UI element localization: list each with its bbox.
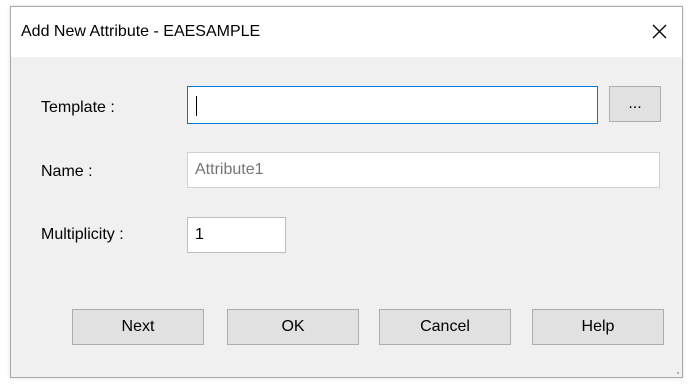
close-icon bbox=[652, 24, 667, 39]
name-input[interactable] bbox=[187, 152, 660, 188]
browse-template-button[interactable]: ... bbox=[609, 86, 661, 122]
add-attribute-dialog: Add New Attribute - EAESAMPLE Template :… bbox=[10, 6, 683, 378]
multiplicity-input[interactable] bbox=[187, 217, 286, 253]
name-label: Name : bbox=[41, 163, 93, 180]
window-title: Add New Attribute - EAESAMPLE bbox=[21, 23, 261, 40]
next-button[interactable]: Next bbox=[72, 309, 204, 345]
ok-button[interactable]: OK bbox=[227, 309, 359, 345]
resize-grip[interactable] bbox=[677, 372, 679, 374]
template-input[interactable] bbox=[187, 86, 598, 124]
close-button[interactable] bbox=[636, 7, 682, 57]
title-bar: Add New Attribute - EAESAMPLE bbox=[11, 7, 682, 57]
cancel-button[interactable]: Cancel bbox=[379, 309, 511, 345]
text-caret bbox=[196, 96, 197, 116]
template-label: Template : bbox=[41, 99, 115, 116]
help-button[interactable]: Help bbox=[532, 309, 664, 345]
multiplicity-label: Multiplicity : bbox=[41, 226, 124, 243]
